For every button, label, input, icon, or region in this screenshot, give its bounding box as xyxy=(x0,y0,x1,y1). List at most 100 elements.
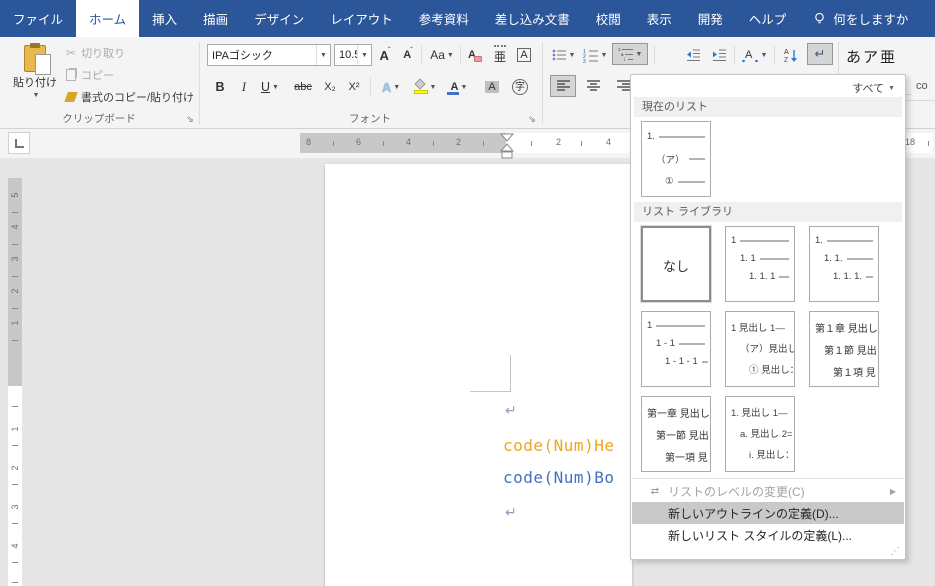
ruler-tick xyxy=(383,141,384,146)
menu-separator xyxy=(632,478,904,479)
menu-item-0[interactable]: ⇄ リストのレベルの変更(C) ▶ xyxy=(632,480,904,502)
list-level-line xyxy=(679,342,705,345)
font-dialog-launcher[interactable]: ⇘ xyxy=(526,113,538,125)
svg-text:i: i xyxy=(624,57,625,62)
list-level-line xyxy=(759,257,789,260)
menu-item-label: 新しいリスト スタイルの定義(L)... xyxy=(668,528,853,543)
show-formatting-marks-button[interactable]: ↵ xyxy=(807,43,833,65)
font-size-combo[interactable]: 10.5 ▼ xyxy=(334,44,372,66)
style-gallery-preview[interactable]: あア亜 xyxy=(846,46,897,67)
character-border-button[interactable]: A xyxy=(513,44,535,66)
tab-view[interactable]: 表示 xyxy=(634,0,685,37)
superscript-button[interactable]: X² xyxy=(344,76,364,98)
grow-font-button[interactable]: Aˆ xyxy=(375,44,395,66)
list-style-option-3[interactable]: 11 - 1 1 - 1 - 1 xyxy=(641,311,711,387)
list-style-option-6[interactable]: 第一章 見出し 第一節 見出 第一項 見 xyxy=(641,396,711,472)
list-level-line xyxy=(677,180,705,183)
hanging-indent-marker xyxy=(499,143,515,152)
list-level-text: ① xyxy=(665,176,674,187)
document-text-line-1[interactable]: code(Num)He xyxy=(503,436,614,455)
list-level-line xyxy=(688,158,705,160)
font-name-combo[interactable]: IPAゴシック ▼ xyxy=(207,44,331,66)
tab-help[interactable]: ヘルプ xyxy=(736,0,800,37)
font-color-button[interactable]: A ▼ xyxy=(444,76,474,98)
subscript-button[interactable]: X₂ xyxy=(320,76,340,98)
tell-me-box[interactable]: 何をしますか xyxy=(813,0,908,37)
sort-button[interactable]: AZ xyxy=(779,44,803,66)
character-shading-button[interactable]: A xyxy=(480,76,504,98)
tab-insert[interactable]: 挿入 xyxy=(139,0,190,37)
underline-button[interactable]: U ▼ xyxy=(256,76,284,98)
tab-references[interactable]: 参考資料 xyxy=(406,0,482,37)
bold-button[interactable]: B xyxy=(210,76,230,98)
tab-home[interactable]: ホーム xyxy=(76,0,140,37)
list-style-option-2[interactable]: 1. 1. 1. 1. 1. 1. xyxy=(809,226,879,302)
tab-draw[interactable]: 描画 xyxy=(190,0,241,37)
current-list-preview[interactable]: 1. （ア） ① xyxy=(641,121,711,197)
tab-design[interactable]: デザイン xyxy=(241,0,317,37)
list-style-option-4[interactable]: 1 見出し 1— （ア）見出し ① 見出し： xyxy=(725,311,795,387)
align-left-button[interactable] xyxy=(550,75,576,97)
clipboard-dialog-launcher[interactable]: ⇘ xyxy=(184,113,196,125)
tab-mailings[interactable]: 差し込み文書 xyxy=(482,0,583,37)
text-effects-button[interactable]: A ▼ xyxy=(376,76,406,98)
clear-formatting-button[interactable]: A xyxy=(464,44,486,66)
document-text-line-2[interactable]: code(Num)Bo xyxy=(503,468,614,487)
copy-button[interactable]: コピー xyxy=(66,65,114,85)
asian-layout-button[interactable]: A ▼ xyxy=(738,44,770,66)
document-page[interactable]: ↵ code(Num)He code(Num)Bo ↵ xyxy=(325,164,632,586)
ruler-tick xyxy=(928,141,929,146)
list-style-option-5[interactable]: 第１章 見出し 第１節 見出 第１項 見 xyxy=(809,311,879,387)
align-center-button[interactable] xyxy=(580,75,606,97)
tab-layout[interactable]: レイアウト xyxy=(317,0,406,37)
resize-grip[interactable]: ⋰ xyxy=(890,546,900,557)
ruler-tick xyxy=(12,582,18,583)
list-library-header: リスト ライブラリ xyxy=(634,202,902,222)
list-level-row: 1. xyxy=(815,235,873,246)
tab-stop-selector[interactable] xyxy=(8,132,30,154)
ribbon-tabs: ファイル ホーム 挿入 描画 デザイン レイアウト 参考資料 差し込み文書 校閲 表示 開発 ヘルプ xyxy=(0,0,799,37)
list-style-option-1[interactable]: 1 1. 1 1. 1. 1 xyxy=(725,226,795,302)
list-style-option-0[interactable]: なし xyxy=(640,225,712,303)
enclose-characters-button[interactable]: 字 xyxy=(508,76,532,98)
shrink-font-button[interactable]: Aˇ xyxy=(398,44,418,66)
phonetic-guide-button[interactable]: 亜 xyxy=(489,44,511,66)
vertical-ruler[interactable]: 5 4 3 2 1 1 2 3 4 xyxy=(8,178,22,586)
decrease-indent-button[interactable] xyxy=(681,44,705,66)
font-size-dropdown-arrow-icon[interactable]: ▼ xyxy=(357,45,371,65)
numbering-button[interactable]: 123 ▼ xyxy=(580,44,610,66)
strikethrough-button[interactable]: abc xyxy=(290,76,316,98)
highlight-pen-icon xyxy=(413,78,428,94)
menu-item-2[interactable]: 新しいリスト スタイルの定義(L)... xyxy=(632,524,904,546)
bullets-arrow-icon: ▼ xyxy=(568,51,576,59)
list-style-option-7[interactable]: 1. 見出し 1— a. 見出し 2= i. 見出し： xyxy=(725,396,795,472)
highlight-button[interactable]: ▼ xyxy=(410,76,440,98)
list-level-text: a. 見出し 2= xyxy=(740,429,793,440)
ruler-tick xyxy=(531,141,532,146)
multilevel-list-button[interactable]: 1ai ▼ xyxy=(612,43,648,65)
change-case-button[interactable]: Aa ▼ xyxy=(426,44,458,66)
format-painter-button[interactable]: 書式のコピー/貼り付け xyxy=(64,87,194,107)
text-boundary-corner-mark xyxy=(470,391,511,392)
list-filter-dropdown[interactable]: すべて ▼ xyxy=(852,80,895,96)
paste-dropdown-arrow-icon[interactable]: ▼ xyxy=(33,92,40,99)
tab-review[interactable]: 校閲 xyxy=(583,0,634,37)
ruler-number: 1 xyxy=(10,426,20,432)
tab-file[interactable]: ファイル xyxy=(0,0,76,37)
paste-button[interactable]: 貼り付け ▼ xyxy=(8,42,62,122)
menu-item-1[interactable]: 新しいアウトラインの定義(D)... xyxy=(632,502,904,524)
group-divider xyxy=(542,42,543,124)
ruler-tick xyxy=(12,212,18,213)
font-name-dropdown-arrow-icon[interactable]: ▼ xyxy=(316,45,330,65)
indent-markers[interactable] xyxy=(499,133,515,159)
word-window: ファイル ホーム 挿入 描画 デザイン レイアウト 参考資料 差し込み文書 校閲 表示 開発 ヘルプ … xyxy=(0,0,935,586)
list-level-text: 1 xyxy=(647,320,653,331)
character-spacing-icon: A xyxy=(741,49,758,63)
italic-button[interactable]: I xyxy=(236,76,252,98)
ruler-margin-area xyxy=(300,133,506,153)
increase-indent-button[interactable] xyxy=(707,44,731,66)
cut-button[interactable]: ✂ 切り取り xyxy=(66,43,125,63)
tab-developer[interactable]: 開発 xyxy=(685,0,736,37)
bullets-button[interactable]: ▼ xyxy=(548,44,578,66)
ruler-number: 3 xyxy=(10,256,20,262)
